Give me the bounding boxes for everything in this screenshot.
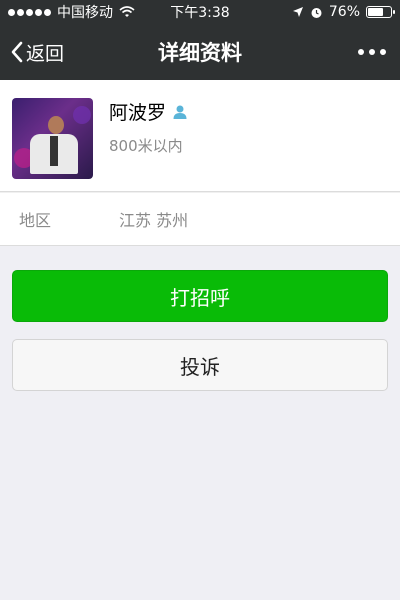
back-label: 返回 [26,42,65,65]
carrier-label: 中国移动 [57,5,113,21]
chevron-left-icon [11,41,23,63]
battery-level-fill [368,8,383,16]
profile-info: 阿波罗 800米以内 [109,98,188,156]
profile-card: 阿波罗 800米以内 [0,80,400,192]
status-left: 中国移动 [8,2,135,22]
greet-button[interactable]: 打招呼 [12,270,388,322]
name-row: 阿波罗 [109,98,188,125]
location-arrow-icon [292,7,303,17]
wifi-icon [119,6,135,17]
region-value: 江苏 苏州 [119,211,189,230]
male-user-icon [173,105,187,119]
status-bar: 中国移动 下午3:38 76% [0,0,400,24]
region-row: 地区 江苏 苏州 [0,192,400,246]
distance-text: 800米以内 [109,137,183,155]
signal-dots-icon [8,8,51,16]
region-label: 地区 [19,211,52,230]
more-dots-icon[interactable] [354,49,390,55]
back-button[interactable]: 返回 [10,39,64,66]
battery-percent: 76% [328,4,360,20]
battery-icon [366,6,395,18]
report-button[interactable]: 投诉 [12,339,388,391]
navigation-bar: 返回 详细资料 [0,24,400,80]
profile-name: 阿波罗 [109,102,167,124]
avatar[interactable] [12,98,93,179]
alarm-clock-icon [311,7,322,18]
status-right: 76% [292,4,395,20]
